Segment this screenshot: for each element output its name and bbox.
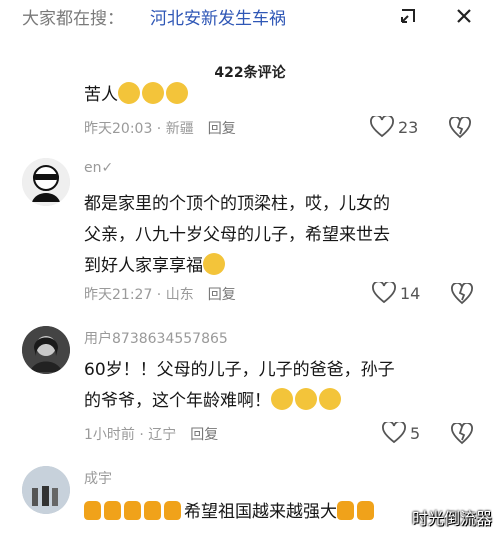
comment-meta: 昨天21:27 · 山东 回复 — [84, 287, 236, 303]
thumbs-up-emoji — [124, 501, 141, 520]
search-suggestion-link[interactable]: 河北安新发生车祸 — [150, 4, 286, 29]
dizzy-emoji — [295, 388, 317, 410]
like-count: 23 — [398, 117, 419, 137]
avatar[interactable] — [22, 326, 70, 374]
dislike-icon[interactable] — [450, 422, 474, 446]
username[interactable]: en✓ — [84, 160, 113, 176]
heart-icon — [370, 116, 394, 138]
close-icon[interactable] — [452, 4, 476, 28]
like-count: 5 — [410, 423, 421, 443]
comment-count: 422条评论 — [214, 65, 286, 81]
comment-line: 都是家里的个顶个的顶梁柱，哎，儿女的 — [84, 194, 390, 214]
thumbs-up-emoji — [357, 501, 374, 520]
comment-meta: 昨天20:03 · 新疆 回复 — [84, 121, 236, 137]
like-button[interactable]: 5 — [382, 422, 420, 444]
dizzy-emoji — [319, 388, 341, 410]
dislike-icon[interactable] — [448, 116, 472, 140]
thumbs-up-emoji — [144, 501, 161, 520]
thumbs-up-emoji — [84, 501, 101, 520]
heart-icon — [372, 282, 396, 304]
dislike-icon[interactable] — [450, 282, 474, 306]
reply-button[interactable]: 回复 — [208, 287, 236, 303]
comment-time: 昨天21:27 — [84, 287, 153, 303]
grimace-emoji — [142, 82, 164, 104]
like-button[interactable]: 14 — [372, 282, 420, 304]
watermark: 时光倒流器 — [411, 509, 492, 528]
comment-text: 苦人 — [84, 80, 190, 111]
comment-time: 1小时前 — [84, 427, 135, 443]
avatar[interactable] — [22, 158, 70, 206]
reply-button[interactable]: 回复 — [190, 427, 218, 443]
username[interactable]: 成宇 — [84, 468, 112, 488]
comment-line: 到好人家享享福 — [84, 256, 203, 276]
comment-line: 父亲，八九十岁父母的儿子，希望来世去 — [84, 225, 390, 245]
like-count: 14 — [400, 283, 421, 303]
thumbs-up-emoji — [104, 501, 121, 520]
crying-emoji — [203, 253, 225, 275]
thumbs-up-emoji — [164, 501, 181, 520]
top-bar: 大家都在搜： 河北安新发生车祸 — [0, 0, 500, 30]
comment-body: 苦人 — [84, 85, 118, 105]
comment-body: 希望祖国越来越强大 — [184, 502, 337, 522]
like-button[interactable]: 23 — [370, 116, 418, 138]
reply-button[interactable]: 回复 — [208, 121, 236, 137]
comment-meta: 1小时前 · 辽宁 回复 — [84, 427, 219, 443]
comment-line: 的爷爷，这个年龄难啊！ — [84, 391, 271, 411]
comment-time: 昨天20:03 — [84, 121, 153, 137]
grimace-emoji — [166, 82, 188, 104]
comment-location: 山东 — [165, 287, 194, 303]
comment-text: 60岁！！父母的儿子，儿子的爸爸，孙子 的爷爷，这个年龄难啊！ — [84, 355, 395, 417]
minimize-icon[interactable] — [396, 4, 420, 28]
username[interactable]: 用户8738634557865 — [84, 328, 228, 348]
dizzy-emoji — [271, 388, 293, 410]
search-prefix: 大家都在搜： — [22, 9, 124, 29]
avatar[interactable] — [22, 466, 70, 514]
comment-location: 新疆 — [165, 121, 194, 137]
grimace-emoji — [118, 82, 140, 104]
heart-icon — [382, 422, 406, 444]
thumbs-up-emoji — [337, 501, 354, 520]
comment-location: 辽宁 — [148, 427, 177, 443]
comment-text: 希望祖国越来越强大 — [84, 497, 377, 528]
comment-text: 都是家里的个顶个的顶梁柱，哎，儿女的 父亲，八九十岁父母的儿子，希望来世去 到好… — [84, 189, 390, 282]
comment-line: 60岁！！父母的儿子，儿子的爸爸，孙子 — [84, 360, 395, 380]
